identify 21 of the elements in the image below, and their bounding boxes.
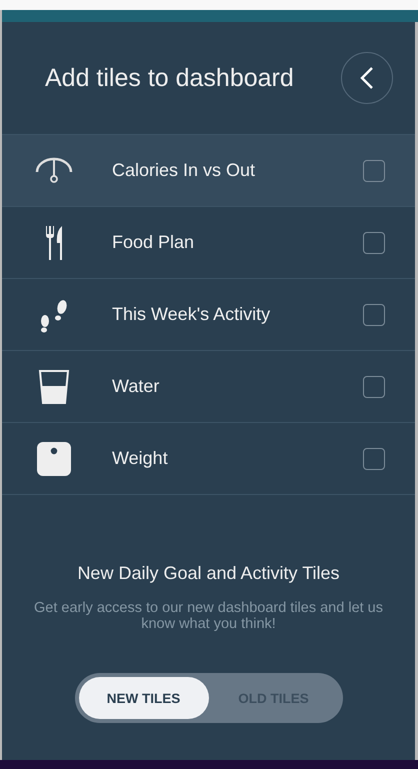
panel-title: Add tiles to dashboard (45, 64, 294, 92)
tile-option[interactable]: Calories In vs Out (2, 135, 415, 207)
checkbox[interactable] (363, 376, 385, 398)
checkbox[interactable] (363, 160, 385, 182)
toggle-option[interactable]: NEW TILES (78, 677, 208, 719)
water-glass-icon (38, 368, 70, 404)
gauge-icon (35, 156, 73, 184)
tile-label: Weight (112, 448, 169, 469)
checkbox[interactable] (363, 448, 385, 470)
tile-label: Calories In vs Out (112, 160, 256, 181)
back-button[interactable] (341, 52, 393, 104)
promo-title: New Daily Goal and Activity Tiles (77, 563, 340, 584)
tile-label: Water (112, 376, 160, 397)
fork-knife-icon (44, 224, 64, 260)
tile-label: This Week's Activity (112, 304, 272, 325)
checkbox[interactable] (363, 232, 385, 254)
chevron-left-icon (360, 66, 374, 90)
scale-icon (37, 442, 71, 476)
promo-text: Get early access to our new dashboard tiles and let us know what you think! (33, 600, 384, 632)
tile-label: Food Plan (112, 232, 196, 253)
checkbox[interactable] (363, 304, 385, 326)
